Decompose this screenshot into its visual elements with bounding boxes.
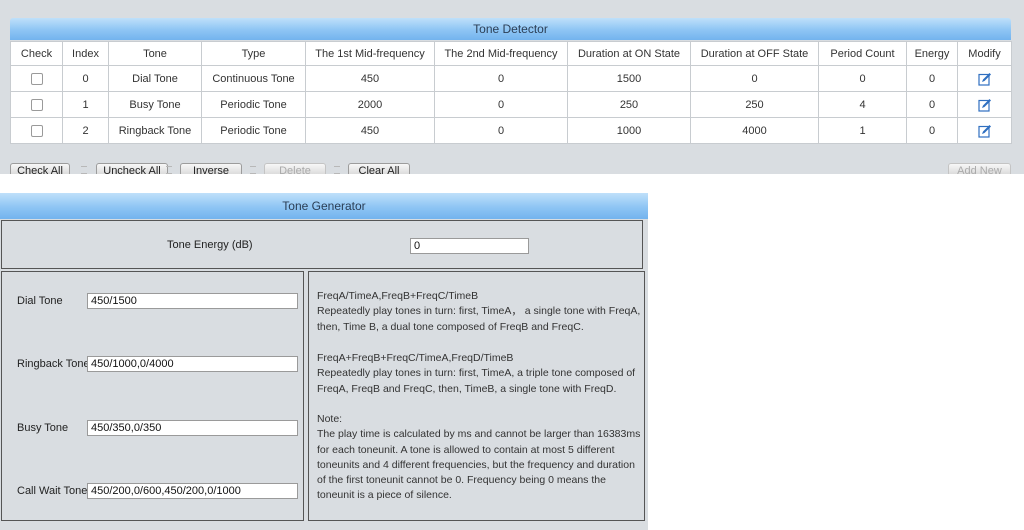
tone-energy-section: Tone Energy (dB) 0 bbox=[1, 220, 643, 269]
col-modify: Modify bbox=[957, 41, 1012, 66]
cell-energy: 0 bbox=[906, 91, 958, 118]
cell-type: Continuous Tone bbox=[201, 65, 306, 92]
cell-on: 1000 bbox=[567, 117, 691, 144]
table-header-row: Check Index Tone Type The 1st Mid-freque… bbox=[10, 41, 1012, 66]
ringback-tone-input[interactable]: 450/1000,0/4000 bbox=[87, 356, 298, 372]
button-separator bbox=[250, 166, 256, 174]
cell-off: 250 bbox=[690, 91, 819, 118]
col-tone: Tone bbox=[108, 41, 202, 66]
col-mid2: The 2nd Mid-frequency bbox=[434, 41, 568, 66]
button-separator bbox=[81, 166, 87, 174]
cell-tone: Busy Tone bbox=[108, 91, 202, 118]
help-block-2: FreqA+FreqB+FreqC/TimeA,FreqD/TimeB Repe… bbox=[317, 351, 642, 397]
uncheck-all-button[interactable]: Uncheck All bbox=[96, 163, 168, 174]
tone-generator-title: Tone Generator bbox=[0, 193, 648, 219]
busy-tone-input[interactable]: 450/350,0/350 bbox=[87, 420, 298, 436]
cell-off: 4000 bbox=[690, 117, 819, 144]
col-energy: Energy bbox=[906, 41, 958, 66]
cell-mid2: 0 bbox=[434, 91, 568, 118]
tone-fields-section: Dial Tone 450/1500 Ringback Tone 450/100… bbox=[1, 271, 304, 521]
col-off-duration: Duration at OFF State bbox=[690, 41, 819, 66]
delete-button[interactable]: Delete bbox=[264, 163, 326, 174]
help-desc-1: Repeatedly play tones in turn: first, Ti… bbox=[317, 305, 641, 333]
cell-index: 1 bbox=[62, 91, 109, 118]
cell-mid1: 2000 bbox=[305, 91, 435, 118]
cell-period: 1 bbox=[818, 117, 907, 144]
edit-icon[interactable] bbox=[977, 72, 992, 86]
cell-on: 1500 bbox=[567, 65, 691, 92]
help-note-title: Note: bbox=[317, 413, 343, 425]
help-format-2: FreqA+FreqB+FreqC/TimeA,FreqD/TimeB bbox=[317, 352, 514, 364]
help-note: Note: The play time is calculated by ms … bbox=[317, 412, 642, 504]
col-index: Index bbox=[62, 41, 109, 66]
cell-index: 0 bbox=[62, 65, 109, 92]
col-type: Type bbox=[201, 41, 306, 66]
cell-type: Periodic Tone bbox=[201, 117, 306, 144]
row-checkbox[interactable] bbox=[30, 98, 43, 111]
col-check: Check bbox=[10, 41, 63, 66]
table-row: 1 Busy Tone Periodic Tone 2000 0 250 250… bbox=[10, 91, 1012, 118]
help-block-1: FreqA/TimeA,FreqB+FreqC/TimeB Repeatedly… bbox=[317, 289, 642, 335]
tone-energy-input[interactable]: 0 bbox=[410, 238, 529, 254]
cell-period: 0 bbox=[818, 65, 907, 92]
col-period-count: Period Count bbox=[818, 41, 907, 66]
button-separator bbox=[334, 166, 340, 174]
cell-tone: Ringback Tone bbox=[108, 117, 202, 144]
tone-energy-label: Tone Energy (dB) bbox=[167, 239, 253, 251]
edit-icon[interactable] bbox=[977, 98, 992, 112]
dial-tone-input[interactable]: 450/1500 bbox=[87, 293, 298, 309]
col-mid1: The 1st Mid-frequency bbox=[305, 41, 435, 66]
cell-type: Periodic Tone bbox=[201, 91, 306, 118]
col-on-duration: Duration at ON State bbox=[567, 41, 691, 66]
tone-detector-table: Check Index Tone Type The 1st Mid-freque… bbox=[10, 41, 1012, 144]
cell-period: 4 bbox=[818, 91, 907, 118]
check-all-button[interactable]: Check All bbox=[10, 163, 70, 174]
row-checkbox[interactable] bbox=[30, 72, 43, 85]
cell-tone: Dial Tone bbox=[108, 65, 202, 92]
cell-energy: 0 bbox=[906, 65, 958, 92]
cell-index: 2 bbox=[62, 117, 109, 144]
ringback-tone-label: Ringback Tone bbox=[17, 358, 90, 370]
cell-on: 250 bbox=[567, 91, 691, 118]
call-wait-tone-input[interactable]: 450/200,0/600,450/200,0/1000 bbox=[87, 483, 298, 499]
cell-energy: 0 bbox=[906, 117, 958, 144]
help-desc-2: Repeatedly play tones in turn: first, Ti… bbox=[317, 367, 636, 395]
tone-detector-title: Tone Detector bbox=[10, 18, 1011, 40]
cell-mid2: 0 bbox=[434, 117, 568, 144]
table-row: 0 Dial Tone Continuous Tone 450 0 1500 0… bbox=[10, 65, 1012, 92]
inverse-button[interactable]: Inverse bbox=[180, 163, 242, 174]
help-note-text: The play time is calculated by ms and ca… bbox=[317, 428, 641, 502]
table-row: 2 Ringback Tone Periodic Tone 450 0 1000… bbox=[10, 117, 1012, 144]
add-new-button[interactable]: Add New bbox=[948, 163, 1011, 174]
row-checkbox[interactable] bbox=[30, 124, 43, 137]
dial-tone-label: Dial Tone bbox=[17, 295, 63, 307]
cell-mid2: 0 bbox=[434, 65, 568, 92]
help-format-1: FreqA/TimeA,FreqB+FreqC/TimeB bbox=[317, 290, 479, 302]
button-separator bbox=[166, 166, 172, 174]
cell-mid1: 450 bbox=[305, 65, 435, 92]
edit-icon[interactable] bbox=[977, 124, 992, 138]
busy-tone-label: Busy Tone bbox=[17, 422, 69, 434]
detector-button-row: Check All Uncheck All Inverse Delete Cle… bbox=[10, 163, 1011, 174]
tone-help-section: FreqA/TimeA,FreqB+FreqC/TimeB Repeatedly… bbox=[308, 271, 645, 521]
clear-all-button[interactable]: Clear All bbox=[348, 163, 410, 174]
cell-off: 0 bbox=[690, 65, 819, 92]
tone-detector-panel: Tone Detector Check Index Tone Type The … bbox=[0, 0, 1024, 174]
tone-generator-panel: Tone Generator Tone Energy (dB) 0 Dial T… bbox=[0, 193, 648, 530]
cell-mid1: 450 bbox=[305, 117, 435, 144]
call-wait-tone-label: Call Wait Tone bbox=[17, 485, 88, 497]
